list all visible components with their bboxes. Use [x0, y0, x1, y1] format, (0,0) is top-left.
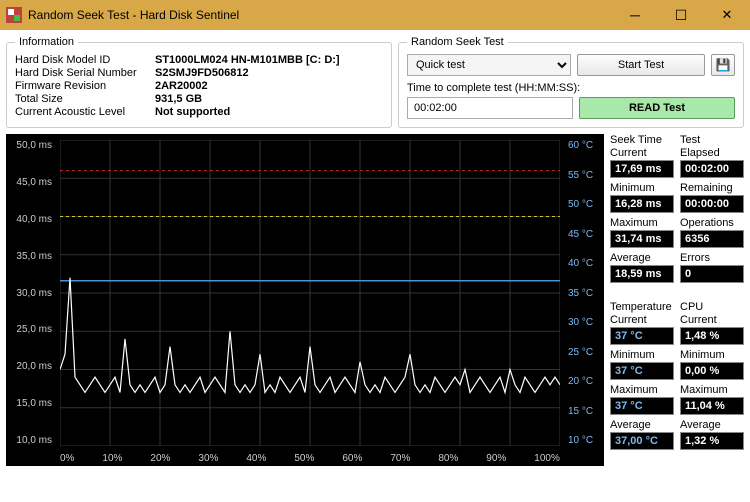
time-input[interactable]	[407, 97, 573, 119]
close-button[interactable]: ✕	[704, 0, 750, 30]
stat-label: Maximum	[610, 384, 674, 396]
temp-max: 37 °C	[610, 397, 674, 415]
test-errors: 0	[680, 265, 744, 283]
app-icon	[6, 7, 22, 23]
stat-label: Average	[610, 252, 674, 264]
stat-label: Maximum	[680, 384, 744, 396]
info-value: 931,5 GB	[155, 93, 383, 105]
test-mode-select[interactable]: Quick test	[407, 54, 571, 76]
time-label: Time to complete test (HH:MM:SS):	[407, 82, 735, 94]
temp-current: 37 °C	[610, 327, 674, 345]
test-remaining: 00:00:00	[680, 195, 744, 213]
temp-avg: 37,00 °C	[610, 432, 674, 450]
stat-label: Remaining	[680, 182, 744, 194]
seek-time-title: Seek Time	[610, 134, 674, 146]
maximize-button[interactable]: ☐	[658, 0, 704, 30]
rst-legend: Random Seek Test	[407, 36, 508, 48]
y-axis-right-ticks: 60 °C55 °C50 °C45 °C40 °C35 °C30 °C25 °C…	[564, 140, 600, 446]
stat-label: Elapsed	[680, 147, 744, 159]
window-buttons: ─ ☐ ✕	[612, 0, 750, 30]
information-legend: Information	[15, 36, 78, 48]
seek-min: 16,28 ms	[610, 195, 674, 213]
stat-label: Errors	[680, 252, 744, 264]
stat-label: Current	[610, 314, 674, 326]
stat-label: Minimum	[680, 349, 744, 361]
chart-svg	[60, 140, 560, 446]
info-value: Not supported	[155, 106, 383, 118]
info-label: Hard Disk Serial Number	[15, 67, 155, 79]
information-panel: Information Hard Disk Model ID ST1000LM0…	[6, 36, 392, 128]
y-axis-left-ticks: 50,0 ms45,0 ms40,0 ms35,0 ms30,0 ms25,0 …	[10, 140, 56, 446]
cpu-avg: 1,32 %	[680, 432, 744, 450]
stat-label: Current	[680, 314, 744, 326]
read-test-button[interactable]: READ Test	[579, 97, 735, 119]
seek-avg: 18,59 ms	[610, 265, 674, 283]
info-label: Firmware Revision	[15, 80, 155, 92]
stat-label: Average	[680, 419, 744, 431]
seek-time-chart: 50,0 ms45,0 ms40,0 ms35,0 ms30,0 ms25,0 …	[6, 134, 604, 466]
save-icon: 💾	[716, 58, 731, 72]
stat-label: Current	[610, 147, 674, 159]
stat-label: Minimum	[610, 182, 674, 194]
info-label: Total Size	[15, 93, 155, 105]
x-axis-ticks: 0%10%20%30%40%50%60%70%80%90%100%	[60, 453, 560, 464]
start-test-button[interactable]: Start Test	[577, 54, 705, 76]
seek-current: 17,69 ms	[610, 160, 674, 178]
temperature-title: Temperature	[610, 301, 674, 313]
title-bar: Random Seek Test - Hard Disk Sentinel ─ …	[0, 0, 750, 30]
cpu-min: 0,00 %	[680, 362, 744, 380]
seek-max: 31,74 ms	[610, 230, 674, 248]
test-operations: 6356	[680, 230, 744, 248]
test-title: Test	[680, 134, 744, 146]
stat-label: Average	[610, 419, 674, 431]
random-seek-test-panel: Random Seek Test Quick test Start Test 💾…	[398, 36, 744, 128]
info-value: 2AR20002	[155, 80, 383, 92]
test-elapsed: 00:02:00	[680, 160, 744, 178]
stat-label: Operations	[680, 217, 744, 229]
stats-sidepanel: Seek Time Current 17,69 ms Minimum 16,28…	[610, 134, 744, 466]
minimize-button[interactable]: ─	[612, 0, 658, 30]
save-button[interactable]: 💾	[711, 54, 735, 76]
cpu-current: 1,48 %	[680, 327, 744, 345]
cpu-title: CPU	[680, 301, 744, 313]
stat-label: Maximum	[610, 217, 674, 229]
info-label: Current Acoustic Level	[15, 106, 155, 118]
window-title: Random Seek Test - Hard Disk Sentinel	[28, 8, 612, 22]
info-label: Hard Disk Model ID	[15, 54, 155, 66]
stat-label: Minimum	[610, 349, 674, 361]
temp-min: 37 °C	[610, 362, 674, 380]
info-value: S2SMJ9FD506812	[155, 67, 383, 79]
cpu-max: 11,04 %	[680, 397, 744, 415]
info-value: ST1000LM024 HN-M101MBB [C: D:]	[155, 54, 383, 66]
